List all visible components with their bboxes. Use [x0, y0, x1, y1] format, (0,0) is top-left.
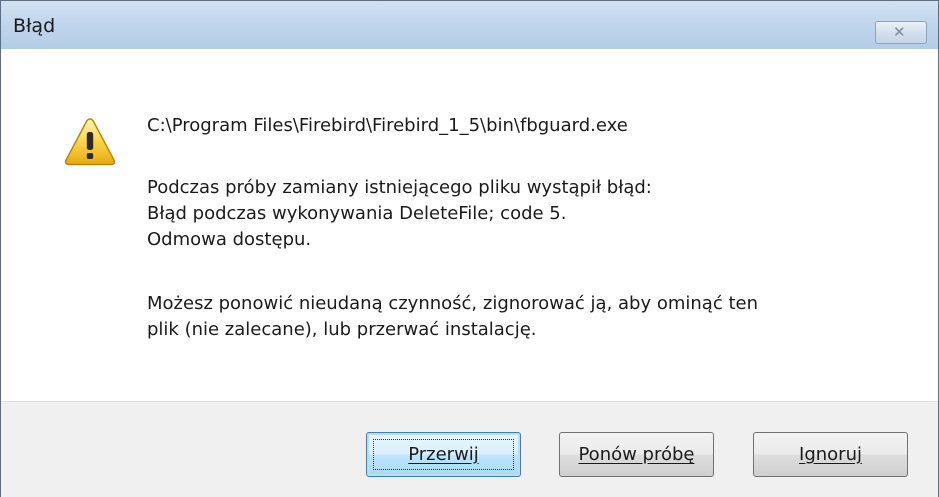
abort-button-label: Przerwij [408, 444, 479, 465]
close-button[interactable]: ✕ [875, 21, 927, 44]
hint-line-2: plik (nie zalecane), lub przerwać instal… [147, 319, 537, 340]
button-bar: Przerwij Ponów próbę Ignoruj [1, 401, 938, 497]
title-bar[interactable]: Błąd ✕ [1, 1, 938, 49]
file-path-text: C:\Program Files\Firebird\Firebird_1_5\b… [147, 115, 628, 136]
abort-button[interactable]: Przerwij [366, 432, 521, 477]
close-icon: ✕ [893, 23, 906, 41]
ignore-button[interactable]: Ignoruj [753, 432, 908, 477]
retry-button-label: Ponów próbę [578, 444, 695, 465]
dialog-content: C:\Program Files\Firebird\Firebird_1_5\b… [1, 49, 938, 401]
retry-button[interactable]: Ponów próbę [559, 432, 714, 477]
hint-line-1: Możesz ponowić nieudaną czynność, zignor… [147, 293, 758, 314]
ignore-button-label: Ignoruj [799, 444, 862, 465]
error-line-3: Odmowa dostępu. [147, 229, 312, 250]
warning-icon [64, 118, 116, 166]
window-title: Błąd [13, 15, 56, 37]
error-dialog-window: Błąd ✕ C:\Program Files\Firebird\Firebir… [0, 0, 939, 497]
error-line-2: Błąd podczas wykonywania DeleteFile; cod… [147, 203, 567, 224]
error-line-1: Podczas próby zamiany istniejącego pliku… [147, 177, 652, 198]
